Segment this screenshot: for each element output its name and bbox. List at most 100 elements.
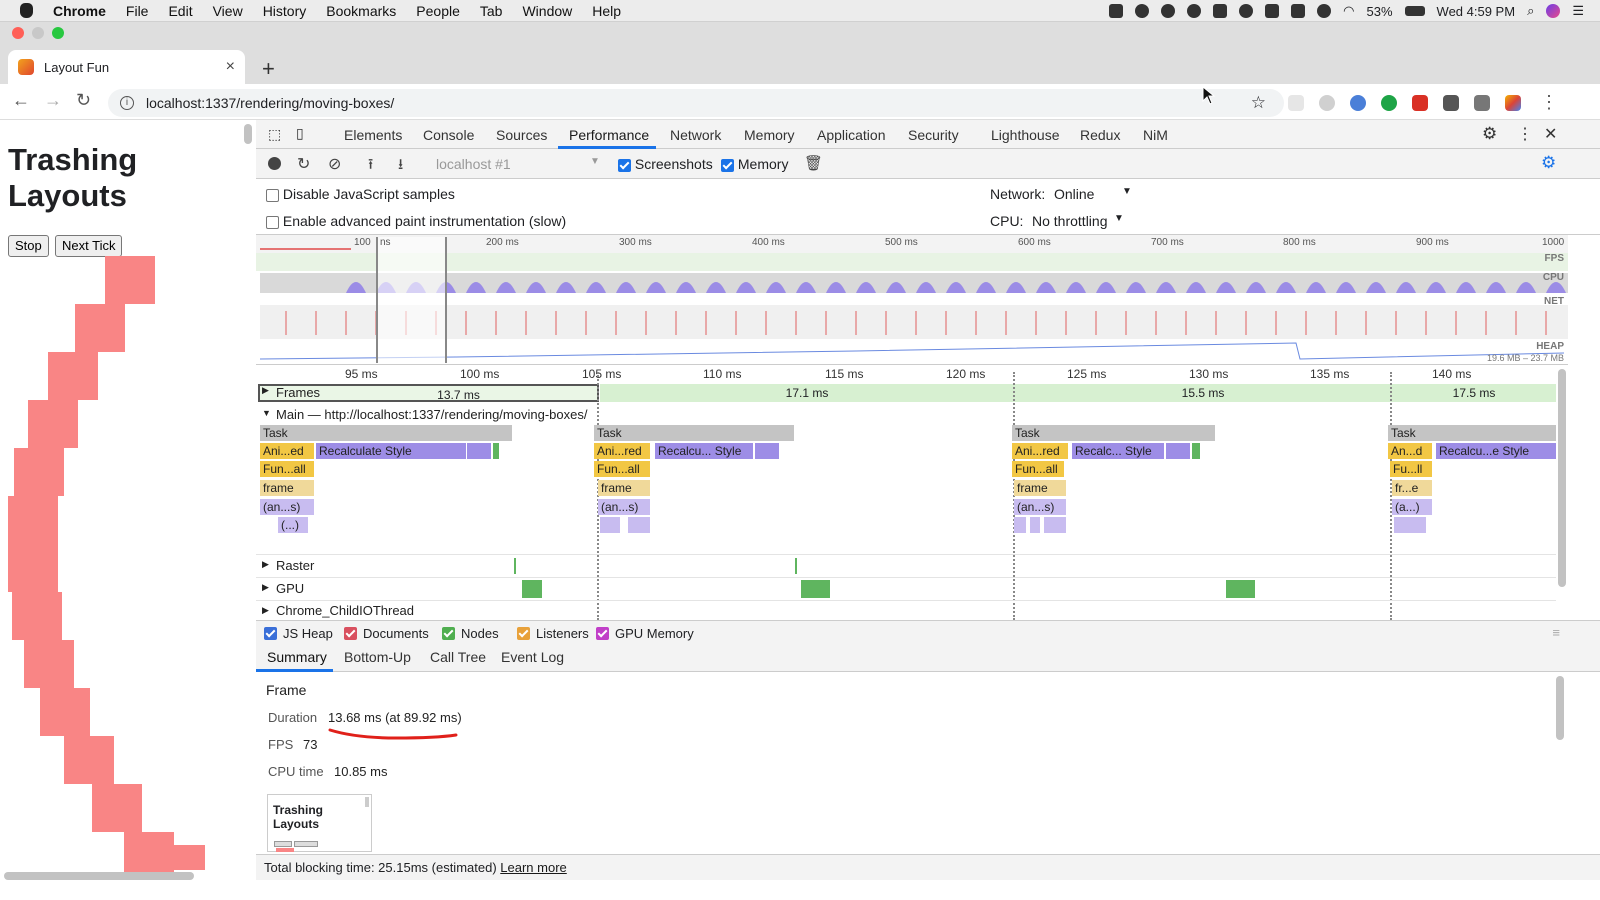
task-block[interactable]: Task bbox=[594, 425, 794, 441]
paint-block[interactable] bbox=[1192, 443, 1200, 459]
address-bar[interactable]: i localhost:1337/rendering/moving-boxes/… bbox=[108, 89, 1284, 117]
function-call-block[interactable]: Fun...all bbox=[260, 461, 314, 477]
tab-console[interactable]: Console bbox=[423, 127, 474, 143]
anonymous-child-block[interactable] bbox=[600, 517, 620, 533]
tab-close-icon[interactable]: × bbox=[226, 58, 235, 76]
site-info-icon[interactable]: i bbox=[120, 96, 134, 110]
minimize-window-icon[interactable] bbox=[32, 27, 44, 39]
layout-block[interactable] bbox=[467, 443, 491, 459]
record-icon[interactable] bbox=[268, 157, 281, 170]
notification-center-icon[interactable]: ☰ bbox=[1572, 3, 1584, 19]
menu-help[interactable]: Help bbox=[592, 3, 621, 19]
gpu-track-label[interactable]: GPU bbox=[276, 581, 304, 596]
menu-file[interactable]: File bbox=[126, 3, 149, 19]
recalculate-style-block[interactable]: Recalculate Style bbox=[316, 443, 466, 459]
function-call-block[interactable]: Fu...ll bbox=[1390, 461, 1432, 477]
raster-expand-icon[interactable]: ▶ bbox=[262, 559, 269, 570]
counter-nodes[interactable]: Nodes bbox=[442, 626, 499, 641]
frame-block[interactable]: 17.1 ms bbox=[600, 384, 1014, 402]
function-call-block[interactable]: Fun...all bbox=[594, 461, 650, 477]
target-dropdown-icon[interactable]: ▼ bbox=[590, 156, 600, 167]
main-collapse-icon[interactable]: ▼ bbox=[262, 408, 271, 418]
gpu-task-block[interactable] bbox=[1226, 580, 1255, 598]
recalculate-style-block[interactable]: Recalcu...e Style bbox=[1436, 443, 1556, 459]
anonymous-block[interactable]: (an...s) bbox=[260, 499, 314, 515]
frames-expand-icon[interactable]: ▶ bbox=[262, 385, 269, 396]
siri-icon[interactable] bbox=[1546, 4, 1561, 18]
timeline-overview[interactable] bbox=[256, 235, 1568, 365]
extension-grid-icon[interactable] bbox=[1288, 95, 1304, 111]
animation-frame-fired-block[interactable]: Ani...ed bbox=[260, 443, 314, 459]
raster-block[interactable] bbox=[795, 558, 797, 574]
network-dropdown-icon[interactable]: ▼ bbox=[1122, 186, 1132, 197]
anonymous-child-block[interactable]: (...) bbox=[278, 517, 308, 533]
tab-elements[interactable]: Elements bbox=[344, 127, 402, 143]
target-select[interactable]: localhost #1 bbox=[436, 156, 511, 172]
counter-listeners[interactable]: Listeners bbox=[517, 626, 589, 641]
menu-bookmarks[interactable]: Bookmarks bbox=[326, 3, 396, 19]
counter-js-heap[interactable]: JS Heap bbox=[264, 626, 333, 641]
flame-vertical-scrollbar[interactable] bbox=[1558, 369, 1566, 587]
anonymous-child-block[interactable] bbox=[1044, 517, 1066, 533]
extension-blue-icon[interactable] bbox=[1350, 95, 1366, 111]
next-tick-button[interactable]: Next Tick bbox=[55, 235, 123, 257]
main-track-label[interactable]: Main — http://localhost:1337/rendering/m… bbox=[276, 407, 587, 422]
save-profile-icon[interactable]: ⭳ bbox=[398, 154, 403, 179]
tab-application[interactable]: Application bbox=[817, 127, 886, 143]
tab-call-tree[interactable]: Call Tree bbox=[430, 649, 486, 665]
tab-redux[interactable]: Redux bbox=[1080, 127, 1120, 143]
frame-function-block[interactable]: frame bbox=[260, 480, 314, 496]
menu-app-name[interactable]: Chrome bbox=[53, 3, 106, 19]
layout-block[interactable] bbox=[1166, 443, 1190, 459]
anonymous-child-block[interactable] bbox=[1014, 517, 1026, 533]
recalculate-style-block[interactable]: Recalcu... Style bbox=[655, 443, 753, 459]
tab-event-log[interactable]: Event Log bbox=[501, 649, 564, 665]
io-thread-expand-icon[interactable]: ▶ bbox=[262, 605, 269, 616]
recalculate-style-block[interactable]: Recalc... Style bbox=[1072, 443, 1164, 459]
bookmark-star-icon[interactable]: ☆ bbox=[1251, 93, 1266, 113]
frame-function-block[interactable]: frame bbox=[598, 480, 650, 496]
menu-window[interactable]: Window bbox=[522, 3, 572, 19]
js-heap-check-icon[interactable] bbox=[264, 627, 277, 640]
menu-tab[interactable]: Tab bbox=[480, 3, 503, 19]
extension-circle-icon[interactable] bbox=[1319, 95, 1335, 111]
tab-lighthouse[interactable]: Lighthouse bbox=[991, 127, 1060, 143]
paint-block[interactable] bbox=[493, 443, 499, 459]
tray-b-icon[interactable] bbox=[1291, 4, 1306, 18]
screenshots-checkbox[interactable]: Screenshots bbox=[618, 156, 713, 172]
tray-1password-icon[interactable] bbox=[1187, 4, 1202, 18]
memory-check-icon[interactable] bbox=[721, 158, 734, 172]
animation-frame-fired-block[interactable]: Ani...red bbox=[594, 443, 650, 459]
raster-block[interactable] bbox=[514, 558, 516, 574]
gpu-task-block[interactable] bbox=[522, 580, 542, 598]
capture-settings-icon[interactable]: ⚙ bbox=[1541, 153, 1556, 173]
anonymous-child-block[interactable] bbox=[1394, 517, 1426, 533]
extensions-puzzle-icon[interactable] bbox=[1443, 95, 1459, 111]
task-block[interactable]: Task bbox=[1388, 425, 1556, 441]
counter-documents[interactable]: Documents bbox=[344, 626, 429, 641]
memory-checkbox[interactable]: Memory bbox=[721, 156, 788, 172]
tab-summary[interactable]: Summary bbox=[267, 649, 327, 665]
garbage-collect-icon[interactable]: 🗑 bbox=[804, 154, 823, 172]
menu-edit[interactable]: Edit bbox=[168, 3, 192, 19]
disable-js-samples-option[interactable]: Disable JavaScript samples bbox=[266, 186, 455, 202]
anonymous-block[interactable]: (an...s) bbox=[598, 499, 650, 515]
device-toolbar-icon[interactable]: ▯ bbox=[296, 125, 304, 142]
gpu-expand-icon[interactable]: ▶ bbox=[262, 582, 269, 593]
resize-handle-icon[interactable]: ≡ bbox=[1552, 625, 1560, 640]
counter-gpu-memory[interactable]: GPU Memory bbox=[596, 626, 694, 641]
frame-function-block[interactable]: fr...e bbox=[1392, 480, 1432, 496]
cpu-dropdown-icon[interactable]: ▼ bbox=[1114, 213, 1124, 224]
frame-block[interactable]: 15.5 ms bbox=[1014, 384, 1392, 402]
nodes-check-icon[interactable] bbox=[442, 627, 455, 640]
close-window-icon[interactable] bbox=[12, 27, 24, 39]
tray-bluetooth-icon[interactable] bbox=[1317, 4, 1332, 18]
menu-view[interactable]: View bbox=[213, 3, 243, 19]
task-block[interactable]: Task bbox=[1012, 425, 1215, 441]
function-call-block[interactable]: Fun...all bbox=[1012, 461, 1064, 477]
tab-performance[interactable]: Performance bbox=[569, 127, 649, 143]
frame-function-block[interactable]: frame bbox=[1014, 480, 1066, 496]
page-horizontal-scrollbar[interactable] bbox=[4, 872, 194, 880]
tray-globe-icon[interactable] bbox=[1239, 4, 1254, 18]
chrome-menu-icon[interactable]: ⋮ bbox=[1540, 92, 1558, 113]
